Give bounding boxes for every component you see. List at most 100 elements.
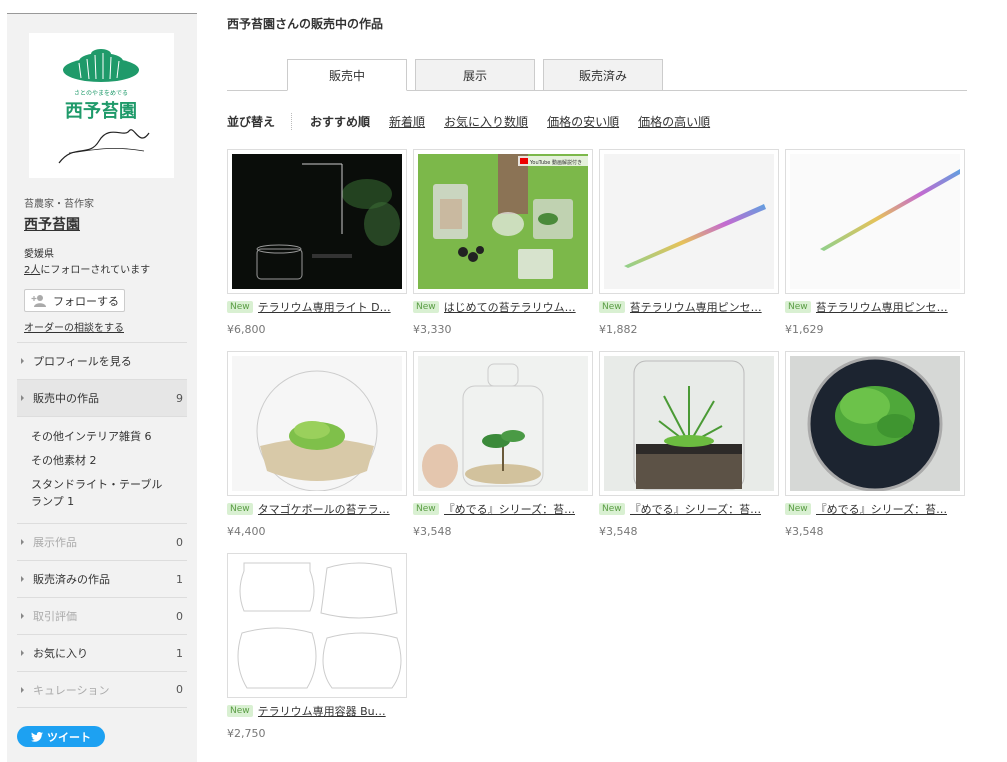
sidebar-item-curation[interactable]: キュレーション 0 <box>17 671 187 708</box>
sidebar-item-for-sale[interactable]: 販売中の作品 9 <box>17 379 187 416</box>
add-user-icon <box>31 294 46 307</box>
product-title[interactable]: 苔テラリウム専用ピンセ… <box>630 299 762 315</box>
product-image[interactable] <box>413 351 593 496</box>
sidebar-item-reviews[interactable]: 取引評価 0 <box>17 597 187 634</box>
followers-text: 2人にフォローされています <box>24 261 150 276</box>
sidebar-item-count: 1 <box>176 646 183 660</box>
tweet-button-label: ツイート <box>47 730 91 744</box>
svg-text:西予苔園: 西予苔園 <box>65 100 137 122</box>
product-title[interactable]: タマゴケボールの苔テラ… <box>258 501 390 517</box>
tab-exhibit[interactable]: 展示 <box>415 59 535 91</box>
product-price: ¥1,882 <box>599 323 638 336</box>
sidebar-item-count: 0 <box>176 609 183 623</box>
product-image[interactable] <box>227 149 407 294</box>
product-image[interactable] <box>227 553 407 698</box>
product-card[interactable]: YouTube 動画解説付き New はじめての苔テラリウム… ¥3,330 <box>413 149 593 336</box>
product-price: ¥6,800 <box>227 323 266 336</box>
twitter-bird-icon <box>31 731 43 742</box>
sort-recommended[interactable]: おすすめ順 <box>310 113 370 130</box>
product-price: ¥1,629 <box>785 323 824 336</box>
sidebar-item-label: プロフィールを見る <box>33 355 132 368</box>
product-price: ¥3,548 <box>599 525 638 538</box>
youtube-badge: YouTube 動画解説付き <box>529 159 582 166</box>
sidebar-item-label: 展示作品 <box>33 536 77 549</box>
product-title[interactable]: 『めでる』シリーズ：苔… <box>816 501 947 517</box>
chevron-right-icon <box>21 576 24 582</box>
sidebar-item-label: お気に入り <box>33 647 88 660</box>
product-image[interactable]: YouTube 動画解説付き <box>413 149 593 294</box>
tab-sold[interactable]: 販売済み <box>543 59 663 91</box>
chevron-right-icon <box>21 358 24 364</box>
product-title[interactable]: テラリウム専用容器 Bu… <box>258 703 386 719</box>
sidebar-item-sold[interactable]: 販売済みの作品 1 <box>17 560 187 597</box>
tab-for-sale[interactable]: 販売中 <box>287 59 407 91</box>
sort-newest[interactable]: 新着順 <box>389 113 425 130</box>
category-item-interior[interactable]: その他インテリア雑貨 6 <box>31 428 187 445</box>
sidebar-item-exhibits[interactable]: 展示作品 0 <box>17 523 187 560</box>
new-badge: New <box>785 503 811 515</box>
new-badge: New <box>599 503 625 515</box>
sidebar-item-count: 9 <box>176 391 183 405</box>
product-card[interactable]: New 苔テラリウム専用ピンセ… ¥1,882 <box>599 149 779 336</box>
product-card[interactable]: New 『めでる』シリーズ：苔… ¥3,548 <box>785 351 965 538</box>
product-image[interactable] <box>785 149 965 294</box>
sidebar-item-label: キュレーション <box>33 683 110 697</box>
product-card[interactable]: New 苔テラリウム専用ピンセ… ¥1,629 <box>785 149 965 336</box>
product-price: ¥2,750 <box>227 727 266 740</box>
product-title[interactable]: はじめての苔テラリウム… <box>444 299 576 315</box>
sort-price-high[interactable]: 価格の高い順 <box>638 113 710 130</box>
category-submenu: その他インテリア雑貨 6 その他素材 2 スタンドライト・テーブルランプ 1 <box>17 416 187 523</box>
chevron-right-icon <box>21 613 24 619</box>
sidebar-item-label: 販売中の作品 <box>33 392 99 405</box>
page-title: 西予苔園さんの販売中の作品 <box>227 17 384 31</box>
sort-bar: 並び替え おすすめ順 新着順 お気に入り数順 価格の安い順 価格の高い順 <box>227 112 729 130</box>
product-price: ¥3,548 <box>413 525 452 538</box>
shop-logo[interactable]: さとのやまをめでる 西予苔園 <box>29 33 174 178</box>
sidebar-item-count: 1 <box>176 572 183 586</box>
new-badge: New <box>227 301 253 313</box>
chevron-right-icon <box>21 650 24 656</box>
category-item-lamp[interactable]: スタンドライト・テーブルランプ 1 <box>31 476 187 510</box>
product-price: ¥3,548 <box>785 525 824 538</box>
category-item-material[interactable]: その他素材 2 <box>31 452 187 469</box>
product-image[interactable] <box>599 351 779 496</box>
order-request-link[interactable]: オーダーの相談をする <box>24 319 124 334</box>
product-card[interactable]: New テラリウム専用ライト D… ¥6,800 <box>227 149 407 336</box>
new-badge: New <box>599 301 625 313</box>
product-image[interactable] <box>599 149 779 294</box>
followers-suffix: にフォローされています <box>40 265 151 276</box>
followers-count-link[interactable]: 2人 <box>24 265 40 276</box>
follow-button[interactable]: フォローする <box>24 289 125 312</box>
chevron-right-icon <box>21 539 24 545</box>
product-title[interactable]: 『めでる』シリーズ：苔… <box>630 501 761 517</box>
product-card[interactable]: New タマゴケボールの苔テラ… ¥4,400 <box>227 351 407 538</box>
sort-favorites[interactable]: お気に入り数順 <box>444 113 528 130</box>
sidebar: さとのやまをめでる 西予苔園 苔農家・苔作家 西予苔園 愛媛県 2人にフォローさ… <box>7 13 197 762</box>
product-card[interactable]: New 『めでる』シリーズ：苔… ¥3,548 <box>599 351 779 538</box>
follow-button-label: フォローする <box>53 294 119 308</box>
tweet-button[interactable]: ツイート <box>17 726 105 747</box>
sort-price-low[interactable]: 価格の安い順 <box>547 113 619 130</box>
sidebar-item-profile[interactable]: プロフィールを見る <box>17 342 187 379</box>
creator-type: 苔農家・苔作家 <box>24 199 94 210</box>
prefecture: 愛媛県 <box>24 249 54 260</box>
product-title[interactable]: テラリウム専用ライト D… <box>258 299 391 315</box>
product-title[interactable]: 『めでる』シリーズ：苔… <box>444 501 575 517</box>
product-card[interactable]: New 『めでる』シリーズ：苔… ¥3,548 <box>413 351 593 538</box>
sidebar-item-count: 0 <box>176 683 183 696</box>
sidebar-item-label: 販売済みの作品 <box>33 573 110 586</box>
product-title[interactable]: 苔テラリウム専用ピンセ… <box>816 299 948 315</box>
creator-name-link[interactable]: 西予苔園 <box>24 214 80 234</box>
product-image[interactable] <box>227 351 407 496</box>
sort-label: 並び替え <box>227 112 293 130</box>
tab-bar: 販売中 展示 販売済み <box>227 59 967 91</box>
sidebar-item-favorites[interactable]: お気に入り 1 <box>17 634 187 671</box>
new-badge: New <box>227 503 253 515</box>
new-badge: New <box>785 301 811 313</box>
new-badge: New <box>227 705 253 717</box>
sidebar-item-label: 取引評価 <box>33 610 77 623</box>
pine-tree-icon: さとのやまをめでる 西予苔園 <box>58 49 150 164</box>
svg-text:さとのやまをめでる: さとのやまをめでる <box>74 89 128 97</box>
product-image[interactable] <box>785 351 965 496</box>
product-card[interactable]: New テラリウム専用容器 Bu… ¥2,750 <box>227 553 407 740</box>
